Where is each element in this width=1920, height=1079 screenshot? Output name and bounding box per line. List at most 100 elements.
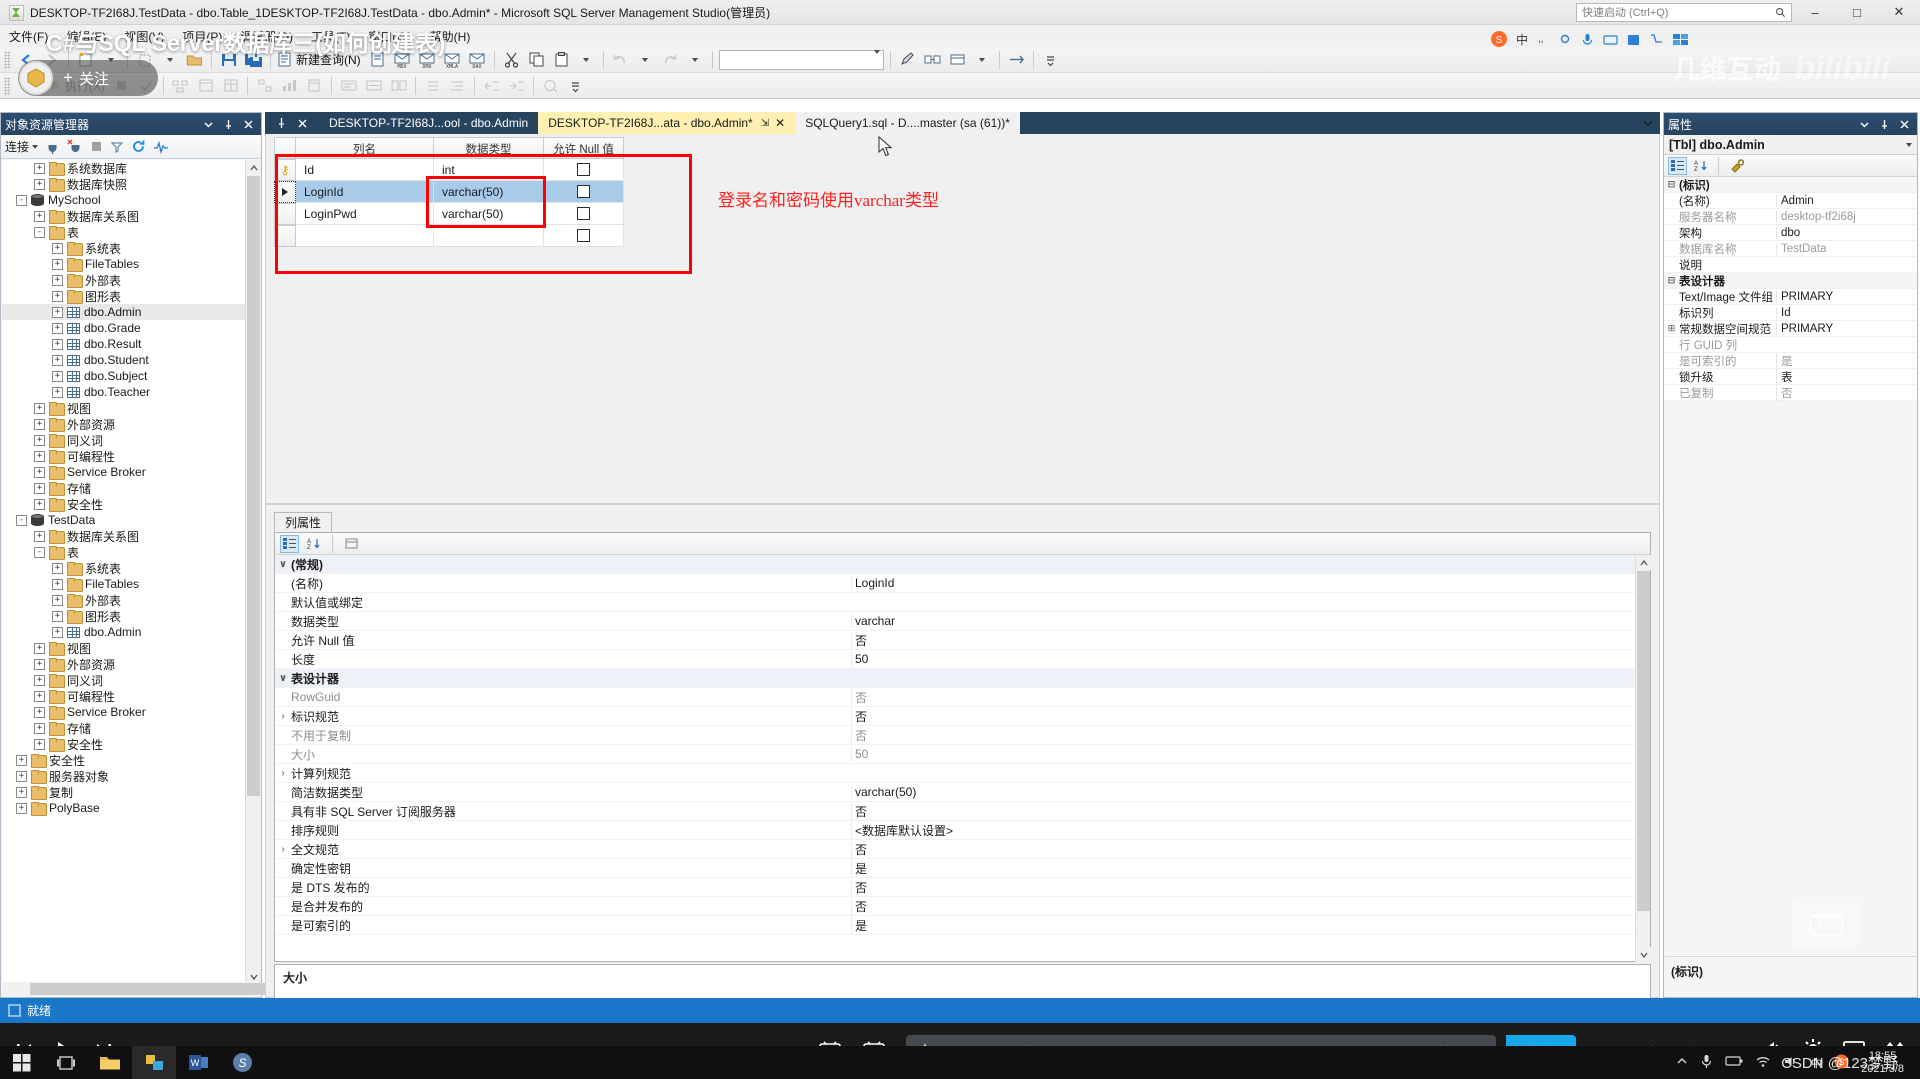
app-button-1[interactable]	[132, 1046, 176, 1079]
tree-node[interactable]: + 视图	[2, 400, 247, 416]
edit-tool-button[interactable]	[896, 49, 919, 71]
property-row[interactable]: 允许 Null 值 否	[275, 631, 1650, 650]
property-row[interactable]: 大小 50	[275, 745, 1650, 764]
property-value[interactable]: 否	[851, 631, 1650, 649]
expand-icon[interactable]: +	[34, 642, 45, 654]
column-name-cell[interactable]: LoginPwd	[296, 203, 434, 225]
collapse-icon[interactable]: -	[16, 194, 27, 206]
tree-node[interactable]: + Service Broker	[2, 464, 247, 480]
property-row[interactable]: Text/Image 文件组 PRIMARY	[1664, 289, 1917, 305]
property-category-row[interactable]: ⊟ 表设计器	[1664, 273, 1917, 289]
increase-indent2-button[interactable]	[505, 75, 528, 97]
property-value[interactable]: varchar(50)	[851, 785, 1650, 799]
cut-button[interactable]	[500, 49, 523, 71]
format-button[interactable]	[387, 75, 410, 97]
tree-node[interactable]: + 系统表	[2, 240, 247, 256]
tree-node[interactable]: + 安全性	[2, 752, 247, 768]
chevron-down-icon[interactable]	[203, 119, 214, 130]
expand-icon[interactable]: +	[52, 258, 63, 270]
property-value[interactable]: Admin	[1776, 194, 1917, 207]
pin-icon[interactable]	[1879, 119, 1890, 130]
property-row[interactable]: › 全文规范 否	[275, 840, 1650, 859]
ime-sun-icon[interactable]	[1558, 32, 1572, 46]
expand-icon[interactable]: +	[34, 162, 45, 174]
property-value[interactable]: PRIMARY	[1776, 322, 1917, 335]
open-file-button[interactable]	[183, 49, 206, 71]
collapse-icon[interactable]: -	[34, 226, 45, 238]
task-view-button[interactable]	[44, 1046, 88, 1079]
allow-nulls-cell[interactable]	[544, 159, 624, 181]
tree-node[interactable]: + 外部表	[2, 592, 247, 608]
expand-icon[interactable]: +	[34, 738, 45, 750]
tree-node[interactable]: + dbo.Admin	[2, 624, 247, 640]
tree-node[interactable]: + Service Broker	[2, 704, 247, 720]
property-value[interactable]: 否	[1776, 384, 1917, 401]
property-row[interactable]: 具有非 SQL Server 订阅服务器 否	[275, 802, 1650, 821]
designer-row[interactable]: LoginId varchar(50)	[274, 181, 664, 203]
property-row[interactable]: 默认值或绑定	[275, 593, 1650, 612]
data-type-cell[interactable]	[434, 225, 544, 247]
expand-icon[interactable]: +	[34, 706, 45, 718]
new-dmx-query-button[interactable]: DMX	[416, 49, 439, 71]
microphone-icon[interactable]	[1700, 1054, 1713, 1072]
property-row[interactable]: ⊞ 常规数据空间规范 PRIMARY	[1664, 321, 1917, 337]
database-combo[interactable]	[718, 49, 884, 70]
designer-column-header[interactable]: 数据类型	[434, 137, 544, 159]
tree-node[interactable]: + 视图	[2, 640, 247, 656]
close-button[interactable]: ✕	[1878, 0, 1920, 25]
new-dax-query-button[interactable]: DAX	[466, 49, 489, 71]
follow-button-overlay[interactable]: + 关注	[18, 60, 158, 96]
ime-keyboard-icon[interactable]	[1603, 32, 1618, 47]
increase-indent-button[interactable]	[421, 75, 444, 97]
toolbar2-overflow-button[interactable]	[564, 75, 587, 97]
minimize-button[interactable]: –	[1794, 0, 1836, 25]
menu-item-view[interactable]: 视图(V)	[115, 26, 173, 47]
expand-icon[interactable]: +	[52, 306, 63, 318]
column-name-cell[interactable]	[296, 225, 434, 247]
tabstrip-overflow[interactable]	[1642, 112, 1660, 134]
column-name-cell[interactable]: Id	[296, 159, 434, 181]
expand-icon[interactable]: +	[34, 482, 45, 494]
ime-grid-icon[interactable]	[1672, 32, 1689, 47]
expander-icon[interactable]: ∨	[275, 559, 291, 570]
toolbar-grip[interactable]	[4, 50, 11, 69]
property-row[interactable]: RowGuid 否	[275, 688, 1650, 707]
property-value[interactable]: 否	[851, 840, 1650, 858]
property-value[interactable]: TestData	[1776, 242, 1917, 255]
tree-node[interactable]: + FileTables	[2, 576, 247, 592]
tree-node[interactable]: + 安全性	[2, 736, 247, 752]
pin-icon[interactable]	[223, 119, 234, 130]
tree-node[interactable]: - TestData	[2, 512, 247, 528]
property-value[interactable]: dbo	[1776, 226, 1917, 239]
alphabetical-sort-button[interactable]: AZ	[1691, 157, 1710, 175]
property-category-row[interactable]: ∨ 表设计器	[275, 669, 1650, 688]
index-dropdown[interactable]	[971, 49, 994, 71]
property-value[interactable]: 否	[851, 878, 1650, 896]
scrollbar-thumb[interactable]	[1637, 571, 1650, 911]
designer-column-header[interactable]: 允许 Null 值	[544, 137, 624, 159]
expand-icon[interactable]: +	[16, 754, 27, 766]
property-row[interactable]: › 计算列规范	[275, 764, 1650, 783]
property-value[interactable]: 是	[851, 916, 1650, 934]
tree-node[interactable]: + 安全性	[2, 496, 247, 512]
word-button[interactable]: W	[176, 1046, 220, 1079]
menu-item-edit[interactable]: 编辑(E)	[57, 26, 115, 47]
property-value[interactable]: <数据库默认设置>	[851, 821, 1650, 839]
designer-row-header[interactable]	[274, 181, 296, 203]
decrease-indent2-button[interactable]	[480, 75, 503, 97]
property-value[interactable]: 50	[851, 652, 1650, 666]
ime-cart-icon[interactable]	[1649, 32, 1664, 47]
property-row[interactable]: 服务器名称 desktop-tf2i68j	[1664, 209, 1917, 225]
expander-icon[interactable]: ›	[275, 711, 291, 722]
property-value[interactable]: 否	[851, 726, 1650, 744]
property-row[interactable]: (名称) LoginId	[275, 574, 1650, 593]
categorized-view-button[interactable]	[1668, 156, 1687, 175]
new-item-dropdown[interactable]	[158, 49, 181, 71]
property-category-row[interactable]: ∨ (常规)	[275, 555, 1650, 574]
tree-node[interactable]: + FileTables	[2, 256, 247, 272]
expander-icon[interactable]: ⊞	[1664, 323, 1679, 334]
designer-row[interactable]: LoginPwd varchar(50)	[274, 203, 664, 225]
allow-nulls-checkbox[interactable]	[577, 185, 590, 198]
expand-icon[interactable]: +	[34, 178, 45, 190]
expand-icon[interactable]: +	[34, 658, 45, 670]
